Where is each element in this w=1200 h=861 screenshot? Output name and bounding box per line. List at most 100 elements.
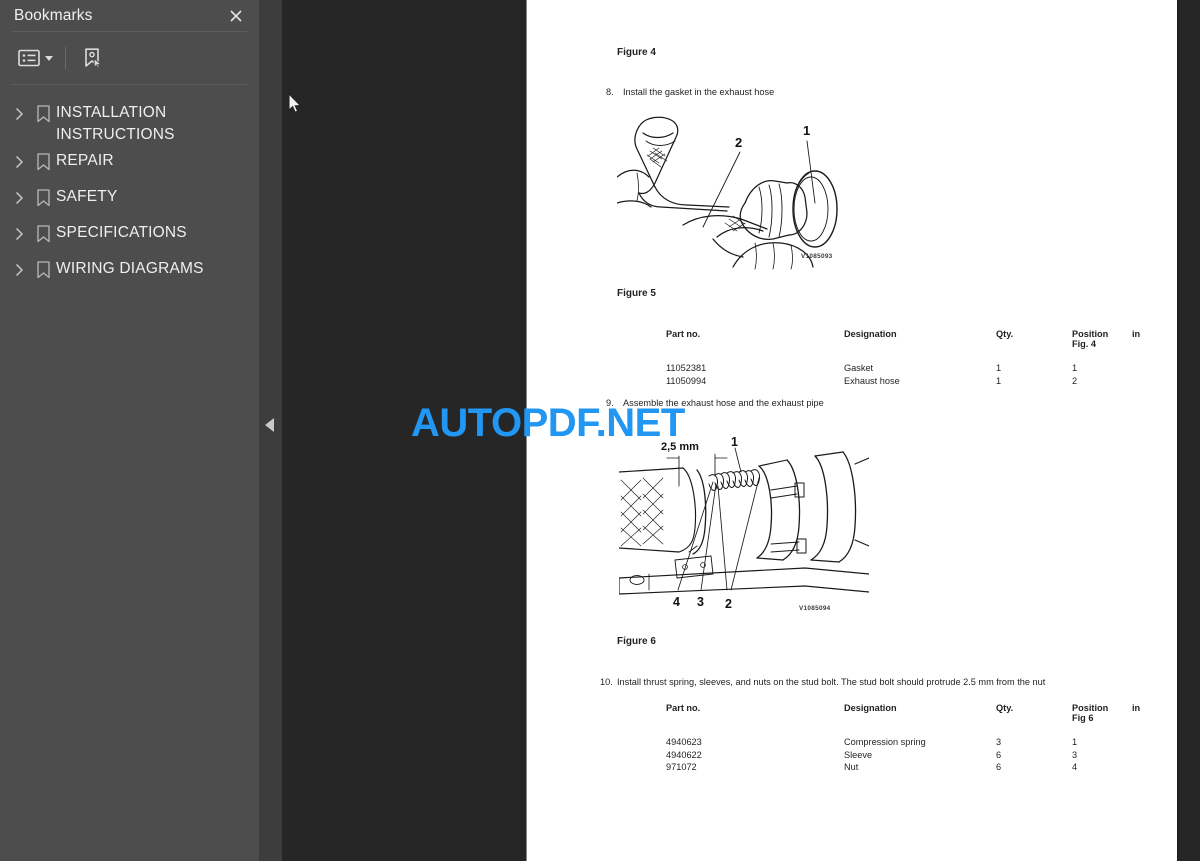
bookmarks-toolbar xyxy=(0,32,259,84)
chevron-right-icon[interactable] xyxy=(8,146,30,176)
step-8: 8. Install the gasket in the exhaust hose xyxy=(606,87,774,97)
header-qty: Qty. xyxy=(996,703,1014,713)
header-part-no: Part no. xyxy=(666,703,701,713)
svg-text:2,5 mm: 2,5 mm xyxy=(661,441,699,453)
cell-designation: Nut xyxy=(844,762,859,772)
chevron-right-icon[interactable] xyxy=(8,182,30,212)
sidebar-collapse-strip xyxy=(259,0,282,861)
header-part-no: Part no. xyxy=(666,329,701,339)
cell-part-no: 4940622 xyxy=(666,749,702,760)
step-10-number: 10. xyxy=(600,677,613,687)
chevron-right-icon[interactable] xyxy=(8,98,30,128)
cell-position: 4 xyxy=(1072,762,1078,772)
new-bookmark-button[interactable] xyxy=(78,41,108,75)
bookmark-item-specifications[interactable]: SPECIFICATIONS xyxy=(0,218,259,254)
chevron-down-icon xyxy=(45,55,53,61)
figure-5-label: Figure 5 xyxy=(617,288,656,299)
header-designation: Designation xyxy=(844,329,897,339)
svg-text:4: 4 xyxy=(673,595,680,609)
collapse-sidebar-handle[interactable] xyxy=(265,418,274,432)
cell-part-no: 4940623 xyxy=(666,737,702,747)
bookmark-item-repair[interactable]: REPAIR xyxy=(0,146,259,182)
bookmarks-header: Bookmarks xyxy=(0,0,259,31)
parts-table-2: Part no. Designation Qty. Position Fig 6… xyxy=(666,703,1162,775)
bookmark-icon xyxy=(30,182,56,212)
cell-qty: 3 xyxy=(996,737,1002,747)
header-in: in xyxy=(1132,329,1141,339)
step-10-text: Install thrust spring, sleeves, and nuts… xyxy=(617,677,1046,687)
pdf-reader-window: Bookmarks INSTALLATION INSTRUCTIONS REPA… xyxy=(0,0,1200,861)
cell-qty: 6 xyxy=(996,749,1002,760)
bookmark-item-safety[interactable]: SAFETY xyxy=(0,182,259,218)
bookmark-options-icon xyxy=(18,49,40,67)
svg-text:1: 1 xyxy=(731,435,738,449)
table-row: 11050994 Exhaust hose 1 2 xyxy=(666,376,1162,389)
step-8-number: 8. xyxy=(606,87,614,97)
bookmark-options-button[interactable] xyxy=(14,41,57,75)
cell-in xyxy=(1132,737,1162,750)
bookmark-item-installation-instructions[interactable]: INSTALLATION INSTRUCTIONS xyxy=(0,98,259,146)
cell-in xyxy=(1132,376,1162,389)
new-bookmark-icon xyxy=(85,48,103,69)
step-9-number: 9. xyxy=(606,398,614,408)
pdf-page: Figure 4 8. Install the gasket in the exh… xyxy=(526,0,1178,861)
cell-qty: 1 xyxy=(996,375,1002,386)
step-9-text: Assemble the exhaust hose and the exhaus… xyxy=(623,398,824,408)
cell-in xyxy=(1132,363,1162,376)
table-row: 11052381 Gasket 1 1 xyxy=(666,363,1162,376)
cell-designation: Compression spring xyxy=(844,737,926,747)
bookmark-icon xyxy=(30,218,56,248)
cell-designation: Exhaust hose xyxy=(844,375,900,386)
cell-designation: Sleeve xyxy=(844,749,873,760)
cell-part-no: 11050994 xyxy=(666,375,707,386)
pdf-viewer[interactable]: Figure 4 8. Install the gasket in the exh… xyxy=(282,0,1200,861)
bookmark-label: SPECIFICATIONS xyxy=(56,224,187,241)
header-position-line1: Position xyxy=(1072,703,1109,713)
header-position: Position Fig. 4 xyxy=(1072,329,1132,363)
bookmark-label: INSTALLATION INSTRUCTIONS xyxy=(56,104,175,143)
cell-position: 1 xyxy=(1072,363,1078,373)
table-row: 971072 Nut 6 4 xyxy=(666,762,1162,775)
figure-1-illustration: 2 1 V1085093 xyxy=(617,107,865,275)
table-header-row: Part no. Designation Qty. Position Fig. … xyxy=(666,329,1162,363)
figure-6-label: Figure 6 xyxy=(617,636,656,647)
chevron-right-icon[interactable] xyxy=(8,254,30,284)
bookmark-label: SAFETY xyxy=(56,188,118,205)
cell-part-no: 971072 xyxy=(666,762,697,772)
header-position-line1: Position xyxy=(1072,329,1109,339)
header-qty: Qty. xyxy=(996,329,1014,339)
svg-text:2: 2 xyxy=(735,135,742,150)
figure-1-image-id: V1085093 xyxy=(801,253,833,260)
bookmark-label: WIRING DIAGRAMS xyxy=(56,260,204,277)
svg-text:2: 2 xyxy=(725,597,732,611)
cell-position: 1 xyxy=(1072,737,1078,747)
chevron-right-icon[interactable] xyxy=(8,218,30,248)
bookmarks-sidebar: Bookmarks INSTALLATION INSTRUCTIONS REPA… xyxy=(0,0,259,861)
cell-qty: 6 xyxy=(996,762,1002,772)
header-position: Position Fig 6 xyxy=(1072,703,1132,737)
cell-in xyxy=(1132,762,1162,775)
svg-text:1: 1 xyxy=(803,123,810,138)
figure-2-illustration: 2,5 mm 1 4 3 2 V1085094 xyxy=(619,428,869,618)
table-header-row: Part no. Designation Qty. Position Fig 6… xyxy=(666,703,1162,737)
step-10: 10. Install thrust spring, sleeves, and n… xyxy=(600,677,1045,687)
parts-table-1: Part no. Designation Qty. Position Fig. … xyxy=(666,329,1162,388)
step-8-text: Install the gasket in the exhaust hose xyxy=(623,87,775,97)
step-9: 9. Assemble the exhaust hose and the exha… xyxy=(606,398,824,408)
figure-4-label: Figure 4 xyxy=(617,47,656,58)
header-designation: Designation xyxy=(844,703,897,713)
bookmark-item-wiring-diagrams[interactable]: WIRING DIAGRAMS xyxy=(0,254,259,290)
cell-position: 2 xyxy=(1072,375,1078,386)
bookmark-label: REPAIR xyxy=(56,152,114,169)
cell-qty: 1 xyxy=(996,363,1002,373)
bookmark-icon xyxy=(30,254,56,284)
svg-text:3: 3 xyxy=(697,595,704,609)
bookmarks-title: Bookmarks xyxy=(14,6,93,24)
toolbar-divider xyxy=(65,47,66,69)
table-row: 4940622 Sleeve 6 3 xyxy=(666,750,1162,763)
cell-in xyxy=(1132,750,1162,763)
close-bookmarks-button[interactable] xyxy=(221,3,251,29)
bookmark-icon xyxy=(30,146,56,176)
header-position-line2: Fig. 4 xyxy=(1072,339,1096,349)
cell-designation: Gasket xyxy=(844,363,874,373)
